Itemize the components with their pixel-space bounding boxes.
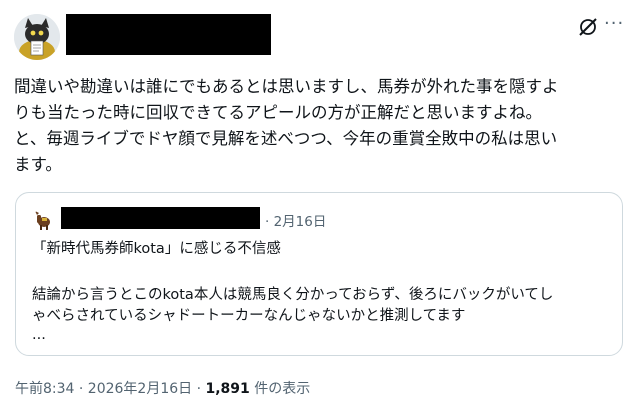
quote-text-line: 結論から言うとこのkota本人は競馬良く分かっておらず、後ろにバックがいてし bbox=[32, 287, 554, 303]
quoted-tweet-card[interactable]: · 2月16日 「新時代馬券師kota」に感じる不信感 結論から言うとこのkot… bbox=[15, 192, 623, 356]
tweet-body: 間違いや勘違いは誰にでもあるとは思いますし、馬券が外れた事を隠すよ りも当たった… bbox=[14, 74, 626, 178]
tweet-body-line: 間違いや勘違いは誰にでもあるとは思いますし、馬券が外れた事を隠すよ bbox=[14, 77, 559, 96]
horse-avatar-image bbox=[32, 209, 54, 231]
view-count: 1,891 bbox=[205, 381, 250, 397]
tweet-body-line: と、毎週ライブでドヤ顔で見解を述べつつ、今年の重賞全敗中の私は思い bbox=[14, 129, 558, 148]
grok-icon[interactable] bbox=[577, 16, 599, 38]
cat-avatar-image bbox=[14, 14, 60, 60]
redacted-quote-author-name bbox=[61, 207, 260, 229]
quote-title: 「新時代馬券師kota」に感じる不信感 bbox=[32, 241, 281, 257]
quote-author-avatar[interactable] bbox=[32, 209, 54, 231]
view-label: 件の表示 bbox=[249, 381, 311, 397]
more-icon[interactable]: ··· bbox=[604, 13, 624, 35]
tweet-timestamp[interactable]: 午前8:34 · 2026年2月16日 bbox=[15, 381, 192, 397]
quote-ellipsis: ... bbox=[32, 327, 46, 343]
quote-text-line: ゃべらされているシャドートーカーなんじゃないかと推測してます bbox=[32, 308, 466, 324]
meta-separator: · bbox=[192, 381, 206, 397]
quote-date[interactable]: · 2月16日 bbox=[265, 210, 326, 230]
author-avatar[interactable] bbox=[14, 14, 60, 60]
tweet-meta: 午前8:34 · 2026年2月16日 · 1,891 件の表示 bbox=[15, 378, 310, 398]
tweet-body-line: ます。 bbox=[14, 155, 62, 174]
redacted-author-name bbox=[66, 14, 271, 55]
tweet-body-line: りも当たった時に回収できてるアピールの方が正解だと思いますよね。 bbox=[14, 103, 542, 122]
